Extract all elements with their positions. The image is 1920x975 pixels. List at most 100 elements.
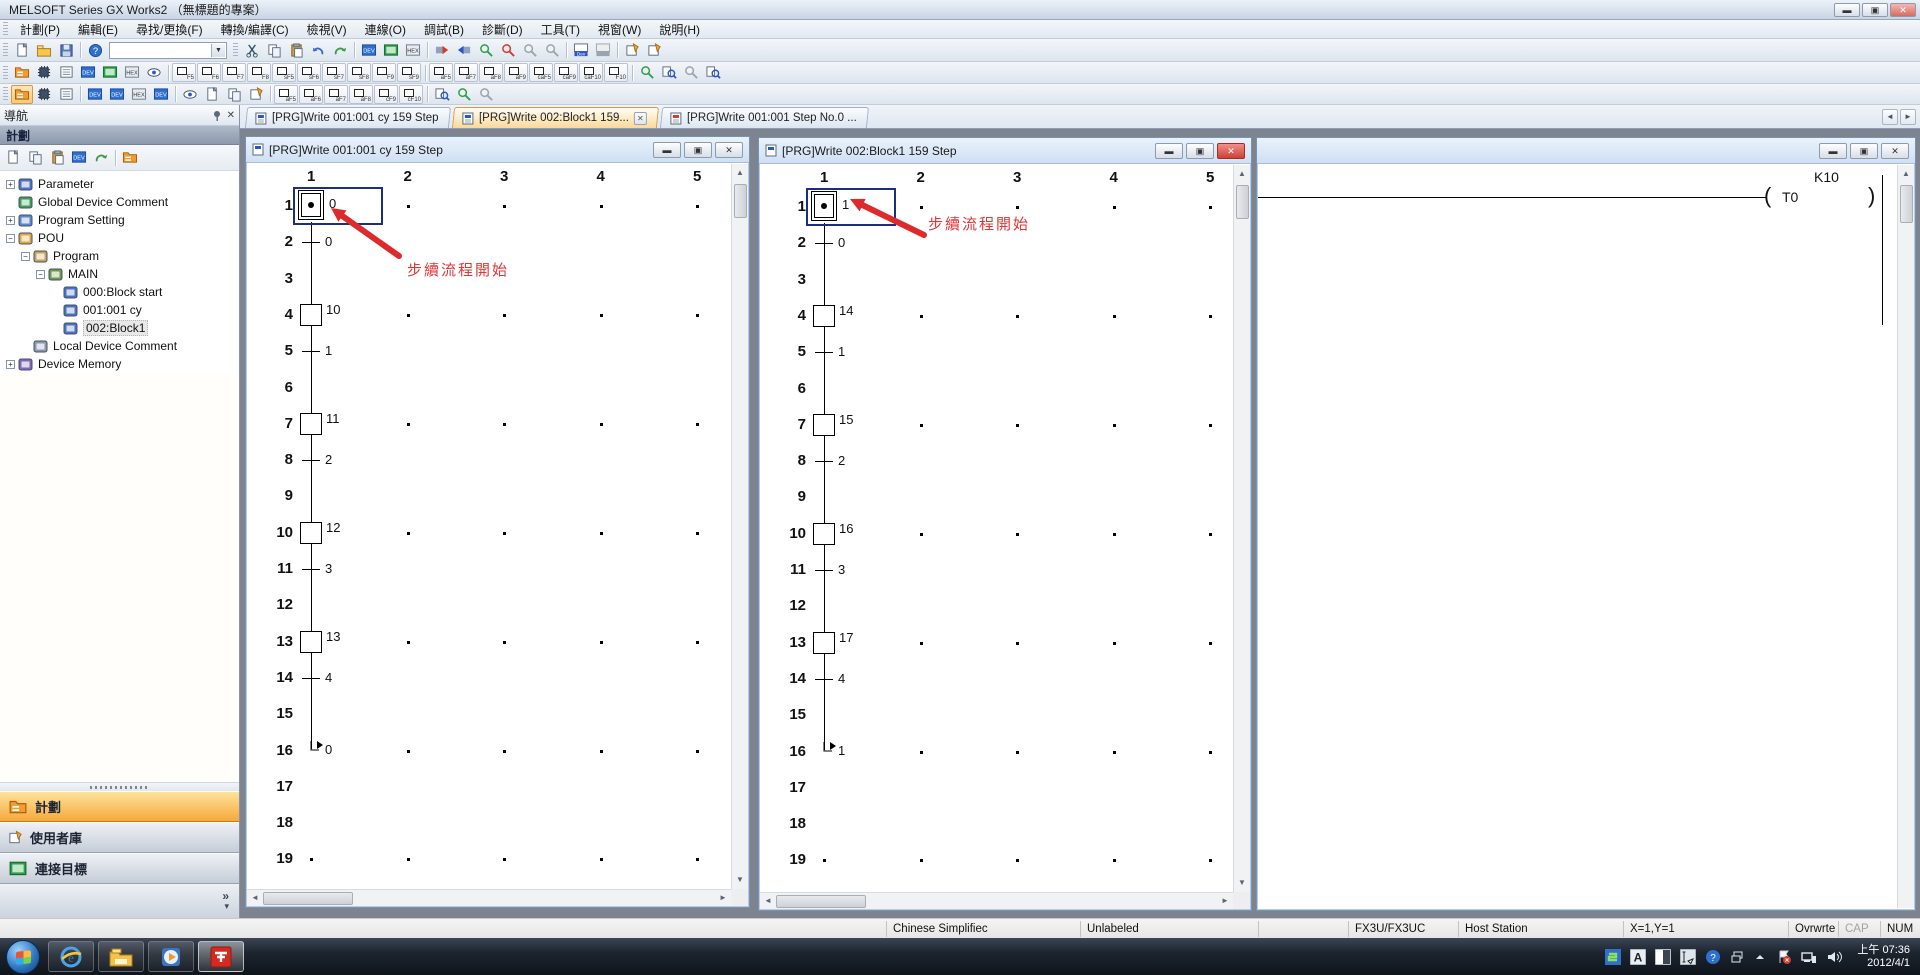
horizontal-scrollbar[interactable]: ◄► (760, 892, 1233, 909)
network-icon[interactable] (1801, 949, 1817, 965)
menu-online[interactable]: 連線(O) (356, 21, 415, 38)
child-close-button[interactable]: ✕ (1217, 143, 1245, 159)
sfc-rule-sim-button[interactable]: caF9 (554, 63, 578, 82)
sfc-block-list-button[interactable] (11, 63, 33, 82)
document-tab-2[interactable]: [PRG]Write 002:Block1 159...✕ (452, 107, 659, 128)
sfc-symbol-end-button[interactable]: F8 (247, 63, 271, 82)
menu-window[interactable]: 視窗(W) (589, 21, 650, 38)
data-transfer-combo-input[interactable]: ▼ (109, 42, 227, 59)
sfc-step-symbol[interactable] (300, 522, 322, 544)
undo-button[interactable] (307, 41, 329, 60)
sfc-step-symbol[interactable] (813, 523, 835, 545)
device-use-list-button[interactable]: DEV (150, 85, 172, 104)
horizontal-scrollbar[interactable]: ◄► (247, 889, 731, 906)
tab-close-icon[interactable]: ✕ (634, 112, 647, 125)
nav-new-data-button[interactable] (2, 148, 24, 167)
nav-view-button-user-library[interactable]: 使用者庫 (0, 822, 239, 853)
ladder-f7-button[interactable]: aF7 (324, 85, 348, 104)
sfc-selection-cursor[interactable] (293, 187, 383, 225)
tab-scroll-right[interactable]: ► (1900, 109, 1916, 125)
vertical-scrollbar[interactable]: ▲▼ (1233, 165, 1250, 892)
tree-item-001-001-cy[interactable]: 001:001 cy (2, 301, 239, 319)
monitor-pause-button[interactable] (519, 41, 541, 60)
help-tray-icon[interactable]: ? (1705, 949, 1721, 965)
sfc-device-button[interactable] (33, 63, 55, 82)
nav-view-button-connection-destination[interactable]: 連接目標 (0, 853, 239, 884)
nav-splitter-grip[interactable] (0, 782, 239, 791)
menu-view[interactable]: 檢視(V) (298, 21, 356, 38)
sfc-symbol-sel-conv-button[interactable]: sF8 (347, 63, 371, 82)
output-window-button[interactable] (55, 85, 77, 104)
device-batch-button[interactable]: DEV (106, 85, 128, 104)
device-hex-button[interactable]: HEX (402, 41, 424, 60)
sfc-selection-cursor[interactable] (806, 188, 896, 226)
menu-edit[interactable]: 編輯(E) (69, 21, 127, 38)
nav-view-button-project[interactable]: 計劃 (0, 791, 239, 822)
monitor-resume-button[interactable] (541, 41, 563, 60)
nav-property-button[interactable]: DEV (68, 148, 90, 167)
zoom-find-button[interactable] (702, 63, 724, 82)
device-reference-button[interactable]: HEX (128, 85, 150, 104)
scroll-down-icon[interactable]: ▼ (732, 872, 748, 888)
paste-button[interactable] (285, 41, 307, 60)
sfc-step-symbol[interactable] (300, 413, 322, 435)
zoom-100-button[interactable] (475, 85, 497, 104)
restore-tray-icon[interactable] (1730, 950, 1744, 964)
child-maximize-button[interactable]: ▣ (1850, 143, 1878, 159)
sfc-rule-conv-button[interactable]: caF10 (579, 63, 603, 82)
function-block-selection-button[interactable] (33, 85, 55, 104)
program-check-button[interactable] (636, 63, 658, 82)
watch-window-1-button[interactable] (179, 85, 201, 104)
sfc-step-symbol[interactable] (300, 304, 322, 326)
scroll-up-icon[interactable]: ▲ (1234, 166, 1250, 182)
menu-debug[interactable]: 調試(B) (415, 21, 473, 38)
sfc-step-symbol[interactable] (813, 632, 835, 654)
redo-button[interactable] (329, 41, 351, 60)
cut-button[interactable] (241, 41, 263, 60)
tree-expander[interactable]: − (21, 252, 30, 261)
app-maximize-button[interactable]: ▣ (1862, 3, 1888, 17)
sfc-rule-hline-button[interactable]: aF7 (454, 63, 478, 82)
tree-item-local-device-comment[interactable]: Local Device Comment (2, 337, 239, 355)
tree-item-000-block-start[interactable]: 000:Block start (2, 283, 239, 301)
sfc-symbol-step-button[interactable]: F5 (172, 63, 196, 82)
ladder-cf9-button[interactable]: cF9 (374, 85, 398, 104)
new-project-button[interactable] (11, 41, 33, 60)
jump-find-button[interactable] (658, 63, 680, 82)
app-minimize-button[interactable]: ▬ (1834, 3, 1860, 17)
start-button[interactable] (6, 940, 40, 974)
child-close-button[interactable]: ✕ (1881, 143, 1909, 159)
sfc-list-button[interactable] (55, 63, 77, 82)
open-project-button[interactable] (33, 41, 55, 60)
child-maximize-button[interactable]: ▣ (684, 142, 712, 158)
menu-tools[interactable]: 工具(T) (532, 21, 589, 38)
scroll-up-icon[interactable]: ▲ (732, 165, 748, 181)
child-close-button[interactable]: ✕ (715, 142, 743, 158)
scroll-down-icon[interactable]: ▼ (1234, 875, 1250, 891)
sfc-symbol-block-button[interactable]: F6 (197, 63, 221, 82)
sfc-symbol-jump-button[interactable]: F7 (222, 63, 246, 82)
sfc-symbol-transition-button[interactable]: sF6 (297, 63, 321, 82)
sfc-rule-sel-button[interactable]: caF5 (529, 63, 553, 82)
nav-close-icon[interactable]: ✕ (227, 110, 235, 121)
chevron-icon[interactable]: » (222, 891, 229, 901)
document-tab-3[interactable]: [PRG]Write 001:001 Step No.0 ... (660, 107, 869, 128)
hscroll-thumb[interactable] (776, 895, 866, 908)
sfc-step-symbol[interactable] (300, 631, 322, 653)
tree-expander[interactable]: − (6, 234, 15, 243)
monitor-start-button[interactable] (475, 41, 497, 60)
windows-media-player[interactable] (148, 941, 194, 972)
device-display-button[interactable]: Dev (570, 41, 592, 60)
zoom-control-button[interactable] (453, 85, 475, 104)
child-minimize-button[interactable]: ▬ (1155, 143, 1183, 159)
menu-project[interactable]: 計劃(P) (11, 21, 69, 38)
device-display-off-button[interactable] (592, 41, 614, 60)
nav-copy-button[interactable] (24, 148, 46, 167)
menu-diagnostics[interactable]: 診斷(D) (473, 21, 532, 38)
sfc-comment-button[interactable]: DEV (77, 63, 99, 82)
tree-item-program[interactable]: −Program (2, 247, 239, 265)
device-comment-button[interactable]: DEV (358, 41, 380, 60)
action-center-flag-icon[interactable] (1776, 949, 1792, 965)
sfc-parameter-button[interactable]: HEX (121, 63, 143, 82)
tree-expander[interactable]: + (6, 216, 15, 225)
